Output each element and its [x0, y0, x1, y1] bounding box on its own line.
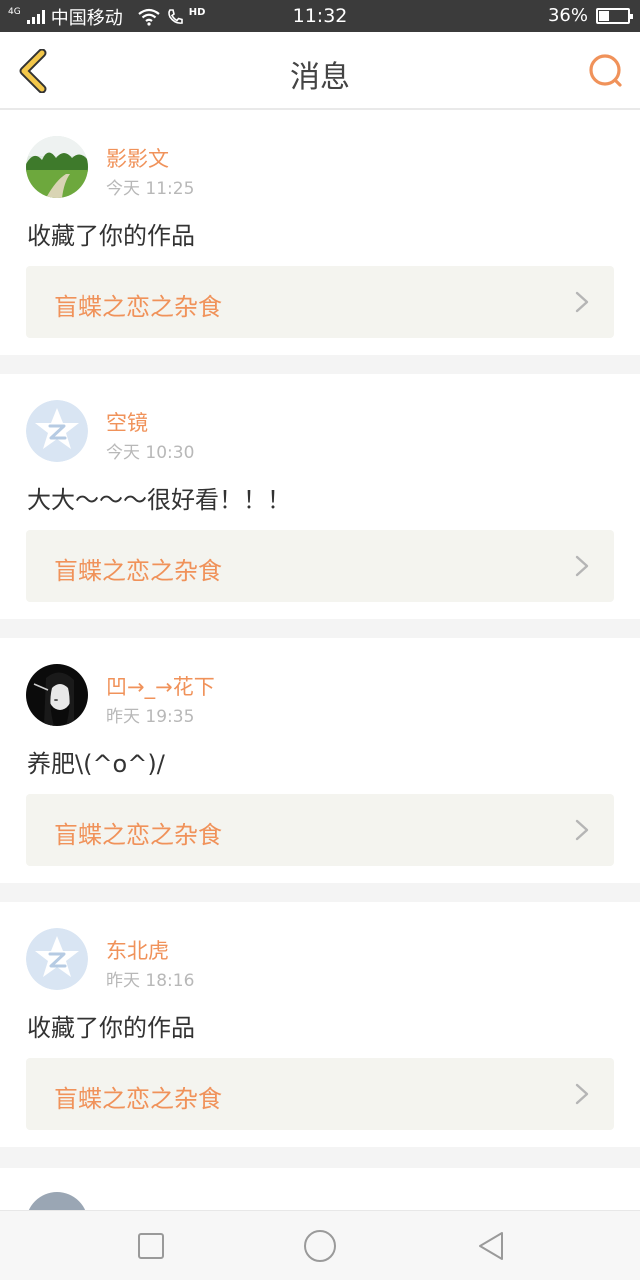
work-title: 盲蝶之恋之杂食	[54, 293, 222, 321]
search-icon[interactable]	[586, 52, 626, 92]
clock: 11:32	[292, 5, 348, 27]
message-text: 收藏了你的作品	[27, 1014, 195, 1042]
message-text: 收藏了你的作品	[27, 222, 195, 250]
default-qq-avatar[interactable]	[26, 400, 88, 462]
status-right: 36%	[547, 5, 633, 26]
sender-name[interactable]: 凹→_→花下	[106, 671, 215, 701]
square-icon[interactable]	[136, 1231, 166, 1261]
work-link[interactable]: 盲蝶之恋之杂食	[26, 1058, 614, 1130]
app-header: 消息	[0, 32, 640, 110]
battery-percent: 36%	[547, 5, 588, 26]
work-title: 盲蝶之恋之杂食	[54, 821, 222, 849]
status-bar: 4G 中国移动 HD 11:32 36%	[0, 0, 640, 32]
landscape-avatar[interactable]	[26, 136, 88, 198]
battery-fill	[599, 10, 610, 21]
circle-icon[interactable]	[303, 1229, 337, 1263]
work-link[interactable]: 盲蝶之恋之杂食	[26, 794, 614, 866]
work-link[interactable]: 盲蝶之恋之杂食	[26, 530, 614, 602]
message-time: 昨天 19:35	[106, 707, 195, 727]
message-card: 凹→_→花下 昨天 19:35 养肥\(^o^)/ 盲蝶之恋之杂食	[0, 638, 640, 883]
work-link[interactable]: 盲蝶之恋之杂食	[26, 266, 614, 338]
message-text: 大大～～～很好看！！！	[27, 486, 291, 514]
triangle-back-icon[interactable]	[476, 1231, 506, 1261]
message-time: 昨天 18:16	[106, 971, 195, 991]
sender-name[interactable]: 东北虎	[106, 935, 169, 965]
chevron-right-icon	[575, 1083, 589, 1105]
message-time: 今天 11:25	[106, 179, 195, 199]
message-card: 空镜 今天 10:30 大大～～～很好看！！！ 盲蝶之恋之杂食	[0, 374, 640, 619]
page-title: 消息	[290, 60, 350, 95]
chevron-right-icon	[575, 291, 589, 313]
message-text: 养肥\(^o^)/	[27, 750, 165, 778]
message-card: 影影文 今天 11:25 收藏了你的作品 盲蝶之恋之杂食	[0, 110, 640, 355]
default-qq-avatar[interactable]	[26, 928, 88, 990]
chevron-right-icon	[575, 555, 589, 577]
battery-icon	[596, 7, 633, 24]
message-card: 东北虎 昨天 18:16 收藏了你的作品 盲蝶之恋之杂食	[0, 902, 640, 1147]
dark-portrait-avatar[interactable]	[26, 664, 88, 726]
sender-name[interactable]: 空镜	[106, 407, 148, 437]
work-title: 盲蝶之恋之杂食	[54, 1085, 222, 1113]
message-time: 今天 10:30	[106, 443, 195, 463]
chevron-right-icon	[575, 819, 589, 841]
system-nav-bar	[0, 1210, 640, 1280]
work-title: 盲蝶之恋之杂食	[54, 557, 222, 585]
sender-name[interactable]: 影影文	[106, 143, 169, 173]
